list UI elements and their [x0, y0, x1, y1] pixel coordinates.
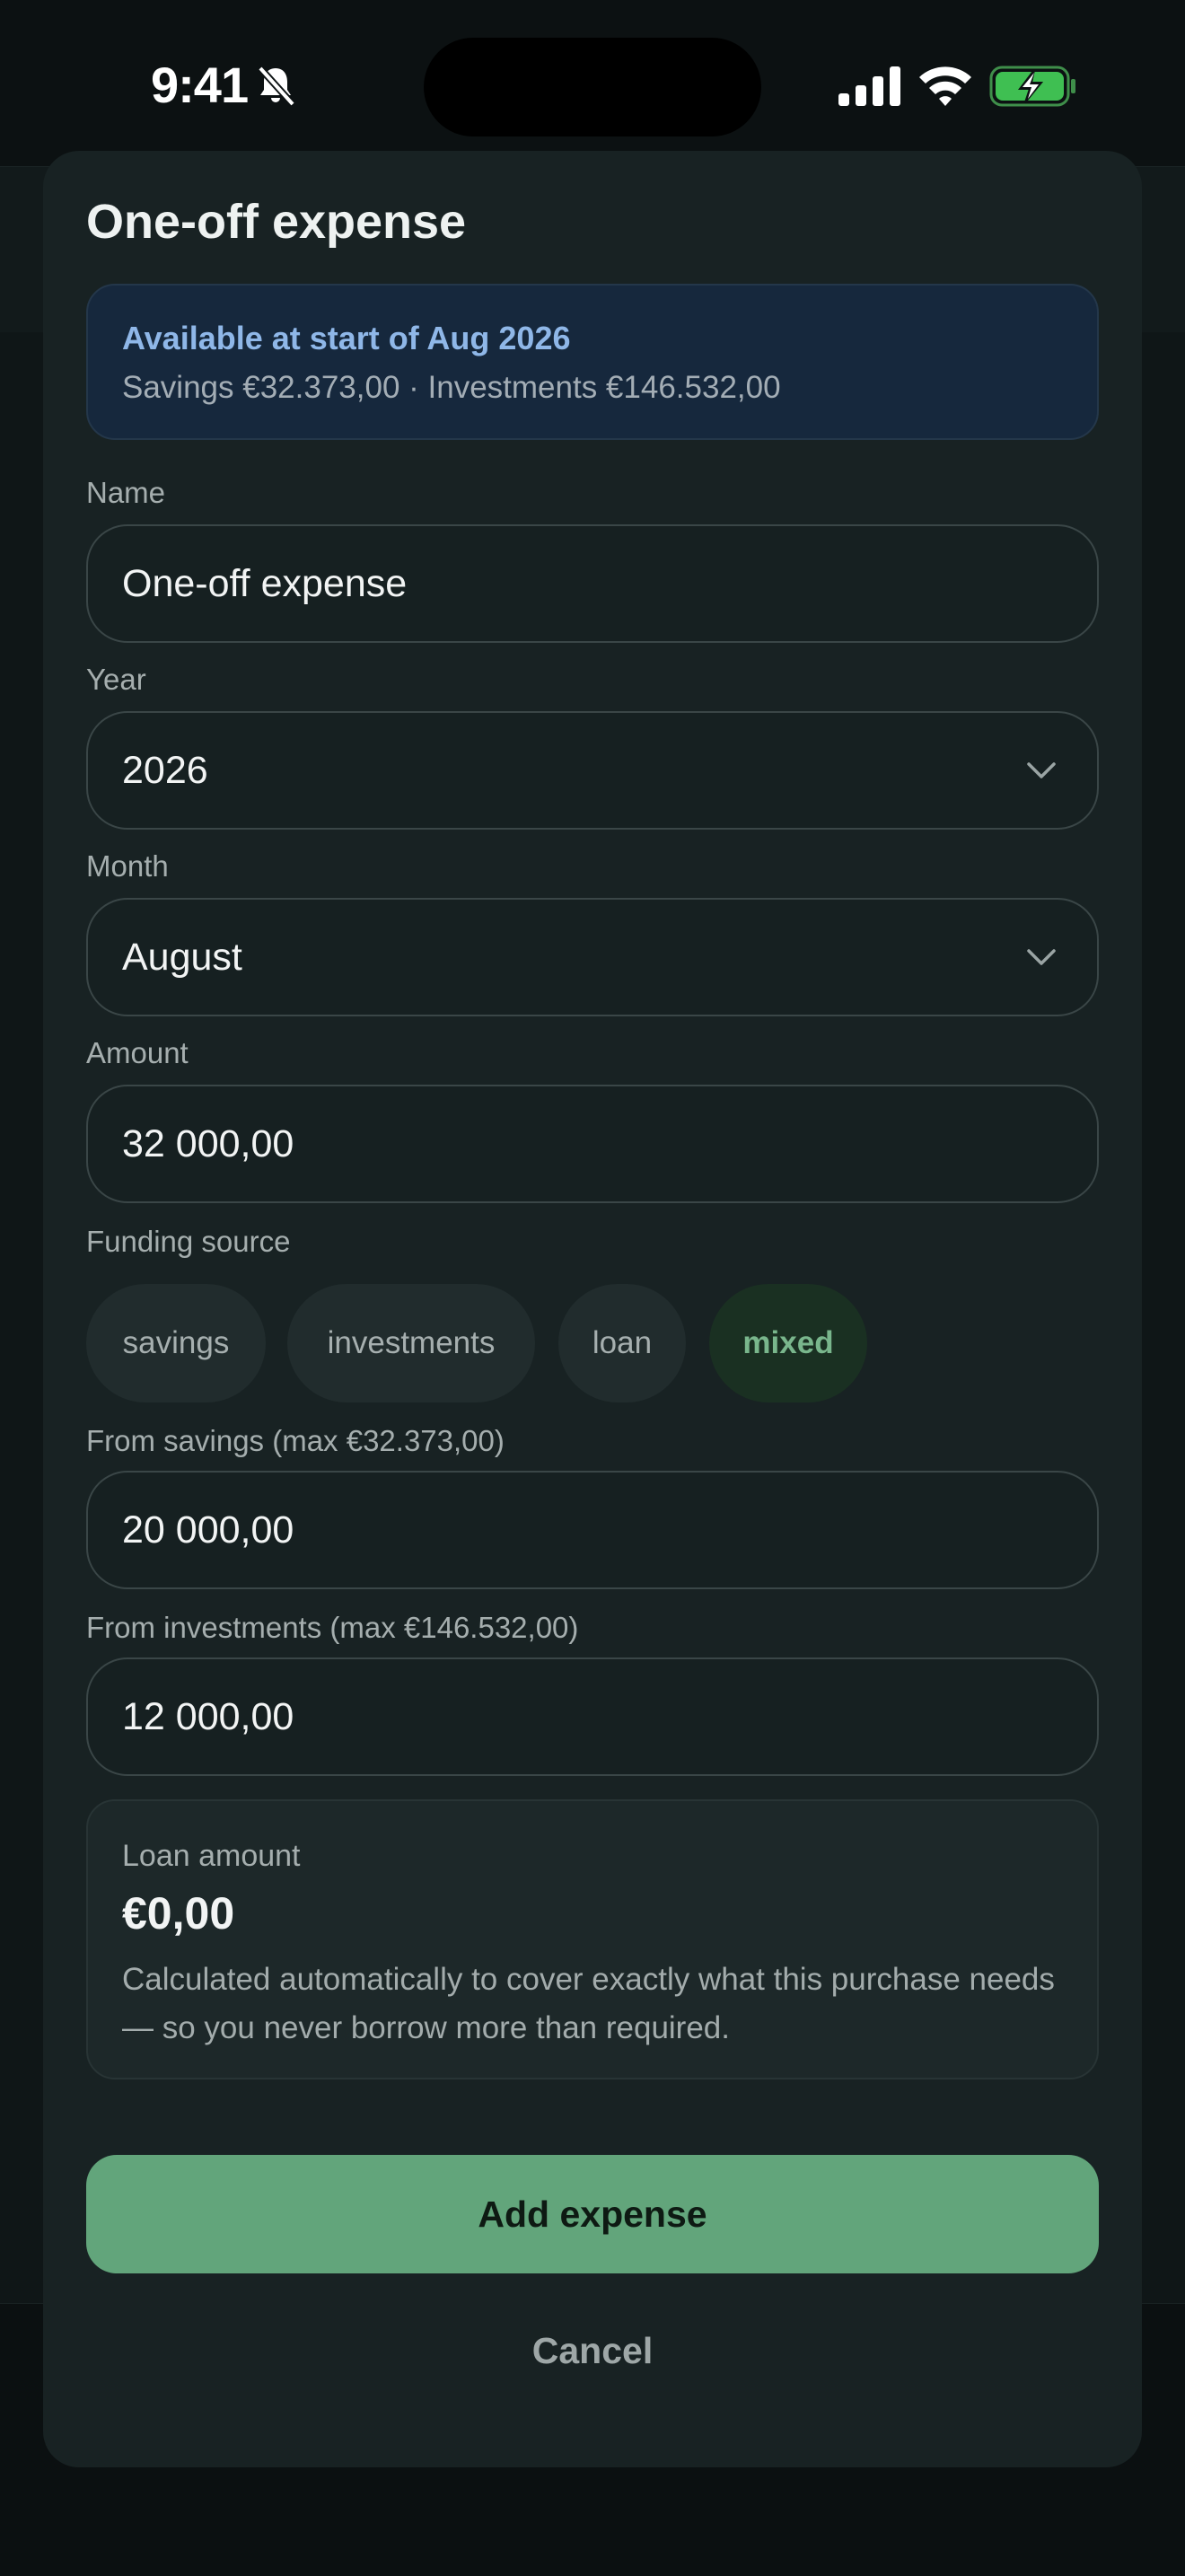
bell-slash-icon [258, 66, 295, 107]
cancel-button[interactable]: Cancel [370, 2306, 815, 2396]
chevron-down-icon [1027, 762, 1056, 778]
from-investments-value: 12 000,00 [122, 1695, 294, 1738]
month-select[interactable]: August [86, 898, 1099, 1016]
from-investments-label: From investments (max €146.532,00) [86, 1611, 579, 1644]
funding-chip-investments[interactable]: investments [287, 1284, 535, 1402]
loan-amount-note: Calculated automatically to cover exactl… [122, 1962, 1055, 2045]
name-input[interactable]: One-off expense [86, 524, 1099, 643]
loan-summary-card: Loan amount €0,00 Calculated automatical… [86, 1799, 1099, 2079]
from-savings-input[interactable]: 20 000,00 [86, 1471, 1099, 1589]
availability-balances: Savings €32.373,00 · Investments €146.53… [122, 370, 781, 405]
funding-chip-loan[interactable]: loan [558, 1284, 686, 1402]
from-savings-label: From savings (max €32.373,00) [86, 1424, 505, 1457]
amount-input-value: 32 000,00 [122, 1122, 294, 1165]
loan-amount-value: €0,00 [122, 1888, 235, 1939]
from-investments-input[interactable]: 12 000,00 [86, 1657, 1099, 1776]
funding-chip-mixed[interactable]: mixed [709, 1284, 867, 1402]
cellular-signal-icon [838, 66, 900, 106]
expense-sheet: One-off expense Available at start of Au… [43, 151, 1142, 2467]
add-expense-button[interactable]: Add expense [86, 2155, 1099, 2273]
loan-amount-label: Loan amount [122, 1839, 301, 1873]
availability-title: Available at start of Aug 2026 [122, 320, 571, 356]
amount-input[interactable]: 32 000,00 [86, 1085, 1099, 1203]
year-select-value: 2026 [122, 749, 208, 792]
funding-source-label: Funding source [86, 1225, 291, 1258]
chevron-down-icon [1027, 949, 1056, 965]
availability-banner: Available at start of Aug 2026 Savings €… [86, 284, 1099, 440]
year-label: Year [86, 663, 146, 696]
year-select[interactable]: 2026 [86, 711, 1099, 830]
month-select-value: August [122, 936, 242, 979]
sheet-title: One-off expense [86, 195, 467, 249]
battery-charging-icon [989, 66, 1075, 107]
from-savings-value: 20 000,00 [122, 1508, 294, 1552]
amount-label: Amount [86, 1036, 189, 1069]
month-label: Month [86, 849, 169, 883]
funding-chip-savings[interactable]: savings [86, 1284, 266, 1402]
name-label: Name [86, 476, 166, 509]
status-time: 9:41 [151, 57, 249, 113]
dynamic-island [424, 38, 761, 136]
name-input-value: One-off expense [122, 562, 408, 605]
wifi-icon [919, 66, 971, 106]
status-bar: 9:41 [0, 0, 1185, 166]
